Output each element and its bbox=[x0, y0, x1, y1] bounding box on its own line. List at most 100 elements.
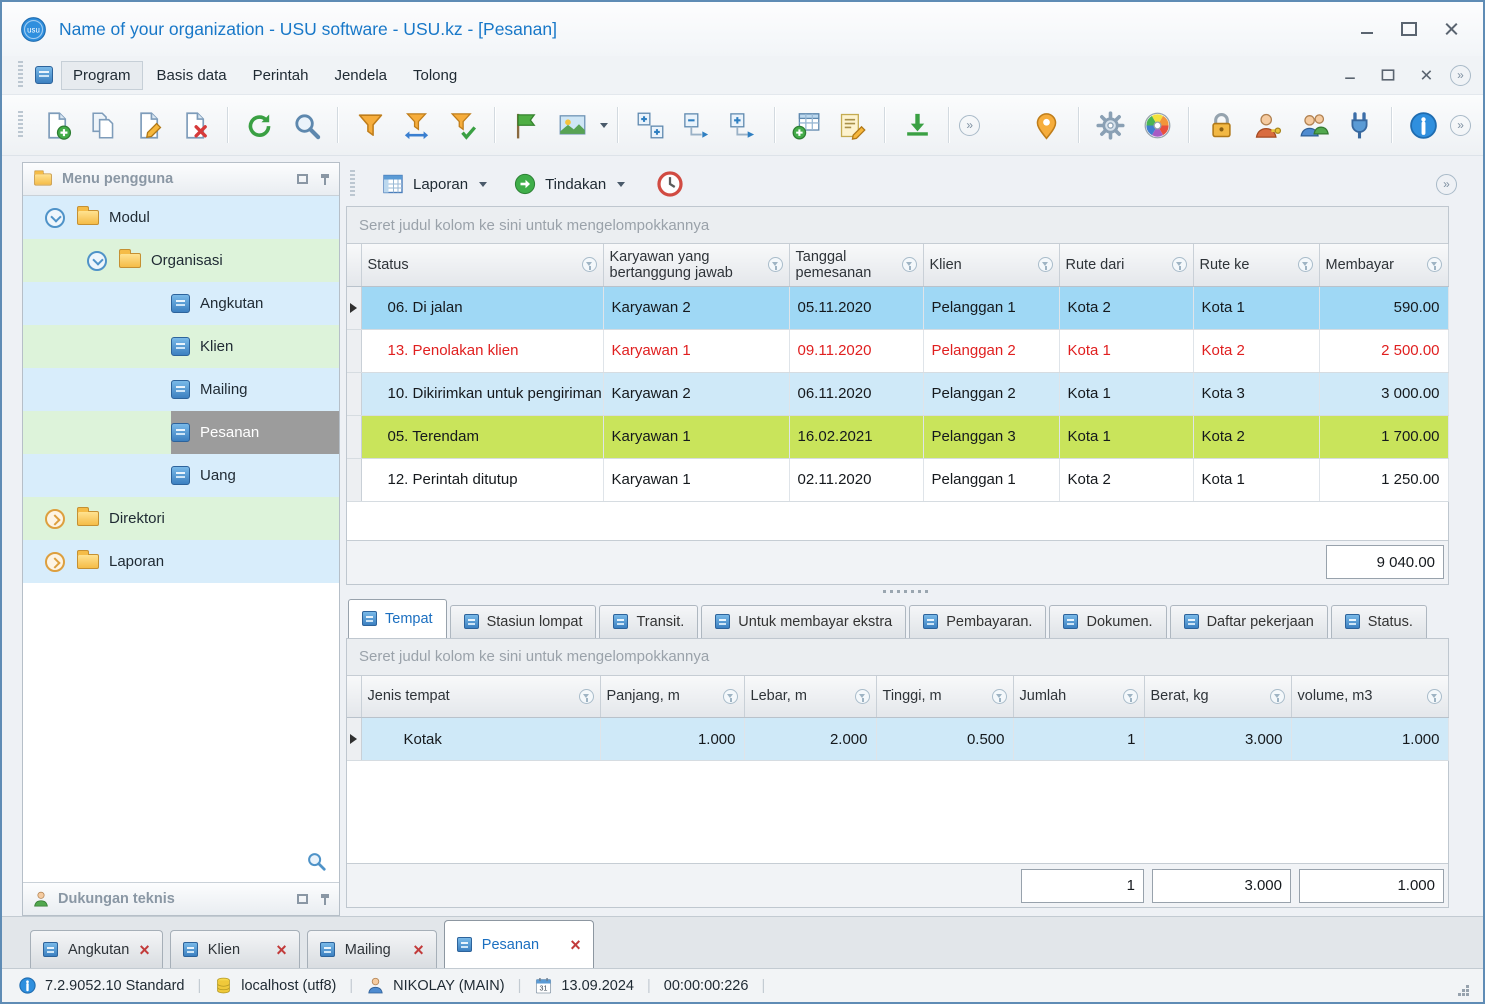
table-row[interactable]: 05. TerendamKaryawan 116.02.2021Pelangga… bbox=[347, 415, 1448, 458]
grid-cell[interactable]: Kota 2 bbox=[1193, 415, 1319, 458]
window-tab-mailing[interactable]: Mailing bbox=[307, 930, 437, 968]
expand-branch-button[interactable] bbox=[720, 101, 764, 149]
menu-grip[interactable] bbox=[18, 61, 23, 89]
tree-item-angkutan[interactable]: Angkutan bbox=[23, 282, 339, 325]
column-header[interactable]: Klien bbox=[923, 244, 1059, 286]
menu-item-jendela[interactable]: Jendela bbox=[322, 61, 399, 90]
grid-cell[interactable]: 1 250.00 bbox=[1319, 458, 1448, 501]
grid-cell[interactable]: Pelanggan 2 bbox=[923, 329, 1059, 372]
grid-cell[interactable]: Karyawan 2 bbox=[603, 286, 789, 329]
grid-cell[interactable]: 1.000 bbox=[600, 718, 744, 761]
grid-cell[interactable]: Kota 1 bbox=[1059, 415, 1193, 458]
column-header[interactable]: Panjang, m bbox=[600, 676, 744, 718]
grid-cell[interactable]: 3.000 bbox=[1144, 718, 1291, 761]
filter-icon[interactable] bbox=[1427, 689, 1442, 704]
table-row[interactable]: 12. Perintah ditutupKaryawan 102.11.2020… bbox=[347, 458, 1448, 501]
panel-restore-icon[interactable] bbox=[297, 894, 308, 904]
export-button[interactable] bbox=[895, 101, 939, 149]
tab-untuk-membayar-ekstra[interactable]: Untuk membayar ekstra bbox=[701, 605, 906, 638]
table-row[interactable]: 06. Di jalanKaryawan 205.11.2020Pelangga… bbox=[347, 286, 1448, 329]
tab-close-icon[interactable] bbox=[276, 941, 287, 959]
grid-cell[interactable]: 2 500.00 bbox=[1319, 329, 1448, 372]
grid-cell[interactable]: Kota 2 bbox=[1193, 329, 1319, 372]
filter-icon[interactable] bbox=[902, 257, 917, 272]
grid-cell[interactable]: 06. Di jalan bbox=[361, 286, 603, 329]
table-row[interactable]: Kotak1.0002.0000.50013.0001.000 bbox=[347, 718, 1448, 761]
column-header[interactable]: Karyawan yang bertanggung jawab bbox=[603, 244, 789, 286]
grid-cell[interactable]: Karyawan 1 bbox=[603, 458, 789, 501]
tree-item-pesanan[interactable]: Pesanan bbox=[23, 411, 339, 454]
user-permissions-button[interactable] bbox=[1245, 101, 1289, 149]
image-button[interactable] bbox=[551, 101, 595, 149]
column-header[interactable]: Membayar bbox=[1319, 244, 1448, 286]
report-toolbar-grip[interactable] bbox=[350, 170, 355, 198]
window-tab-klien[interactable]: Klien bbox=[170, 930, 300, 968]
panel-restore-icon[interactable] bbox=[297, 174, 308, 184]
filter-icon[interactable] bbox=[723, 689, 738, 704]
filter-icon[interactable] bbox=[582, 257, 597, 272]
splitter-handle-icon[interactable] bbox=[883, 590, 929, 593]
window-tab-angkutan[interactable]: Angkutan bbox=[30, 930, 163, 968]
column-header[interactable]: Rute dari bbox=[1059, 244, 1193, 286]
plugin-button[interactable] bbox=[1338, 101, 1382, 149]
grid-cell[interactable]: 0.500 bbox=[876, 718, 1013, 761]
menu-item-tolong[interactable]: Tolong bbox=[401, 61, 469, 90]
grid-cell[interactable]: Kota 3 bbox=[1193, 372, 1319, 415]
date-item[interactable]: 31 13.09.2024 bbox=[534, 976, 634, 995]
column-header[interactable]: Jenis tempat bbox=[361, 676, 600, 718]
menu-item-perintah[interactable]: Perintah bbox=[241, 61, 321, 90]
new-document-button[interactable] bbox=[35, 101, 79, 149]
grid-cell[interactable]: Pelanggan 1 bbox=[923, 458, 1059, 501]
grid-cell[interactable]: 05. Terendam bbox=[361, 415, 603, 458]
filter-icon[interactable] bbox=[579, 689, 594, 704]
tab-dokumen[interactable]: Dokumen. bbox=[1049, 605, 1166, 638]
search-icon[interactable] bbox=[305, 850, 327, 872]
tree-item-klien[interactable]: Klien bbox=[23, 325, 339, 368]
filter-icon[interactable] bbox=[1298, 257, 1313, 272]
grid-cell[interactable]: 02.11.2020 bbox=[789, 458, 923, 501]
column-header[interactable]: Status bbox=[361, 244, 603, 286]
mdi-close-button[interactable] bbox=[1415, 65, 1437, 84]
column-header[interactable]: Rute ke bbox=[1193, 244, 1319, 286]
maximize-button[interactable] bbox=[1395, 17, 1423, 41]
panel-pin-icon[interactable] bbox=[320, 174, 330, 185]
toolbar-grip[interactable] bbox=[18, 111, 23, 139]
resize-grip-icon[interactable] bbox=[1466, 993, 1469, 996]
add-table-button[interactable] bbox=[785, 101, 829, 149]
tree-expander-icon[interactable] bbox=[45, 552, 65, 572]
filter-icon[interactable] bbox=[1172, 257, 1187, 272]
filter-icon[interactable] bbox=[1427, 257, 1442, 272]
tree-item-mailing[interactable]: Mailing bbox=[23, 368, 339, 411]
column-header[interactable]: Lebar, m bbox=[744, 676, 876, 718]
tree-expander-icon[interactable] bbox=[87, 251, 107, 271]
grid-cell[interactable]: 05.11.2020 bbox=[789, 286, 923, 329]
laporan-button[interactable]: Laporan bbox=[371, 166, 497, 202]
notes-button[interactable] bbox=[831, 101, 875, 149]
panel-pin-icon[interactable] bbox=[320, 894, 330, 905]
grid-cell[interactable]: 2.000 bbox=[744, 718, 876, 761]
lock-button[interactable] bbox=[1199, 101, 1243, 149]
tab-pembayaran[interactable]: Pembayaran. bbox=[909, 605, 1046, 638]
flag-button[interactable] bbox=[505, 101, 549, 149]
filter-icon[interactable] bbox=[1123, 689, 1138, 704]
grid-cell[interactable]: Karyawan 1 bbox=[603, 415, 789, 458]
sidebar-footer[interactable]: Dukungan teknis bbox=[23, 882, 339, 915]
grid-cell[interactable]: 13. Penolakan klien bbox=[361, 329, 603, 372]
grid-cell[interactable]: Kota 2 bbox=[1059, 458, 1193, 501]
column-header[interactable]: Berat, kg bbox=[1144, 676, 1291, 718]
image-dropdown-caret[interactable] bbox=[600, 123, 608, 128]
settings-gear-button[interactable] bbox=[1089, 101, 1133, 149]
grid-cell[interactable]: Pelanggan 2 bbox=[923, 372, 1059, 415]
grid-cell[interactable]: 12. Perintah ditutup bbox=[361, 458, 603, 501]
location-button[interactable] bbox=[1025, 101, 1069, 149]
group-by-bar[interactable]: Seret judul kolom ke sini untuk mengelom… bbox=[347, 639, 1448, 676]
grid-cell[interactable]: Kota 1 bbox=[1193, 458, 1319, 501]
users-button[interactable] bbox=[1291, 101, 1335, 149]
user-item[interactable]: NIKOLAY (MAIN) bbox=[366, 976, 504, 995]
filter-clear-button[interactable] bbox=[441, 101, 485, 149]
column-header[interactable]: Jumlah bbox=[1013, 676, 1144, 718]
grid-cell[interactable]: Karyawan 2 bbox=[603, 372, 789, 415]
close-button[interactable] bbox=[1437, 17, 1465, 41]
search-button[interactable] bbox=[284, 101, 328, 149]
filter-icon[interactable] bbox=[1270, 689, 1285, 704]
